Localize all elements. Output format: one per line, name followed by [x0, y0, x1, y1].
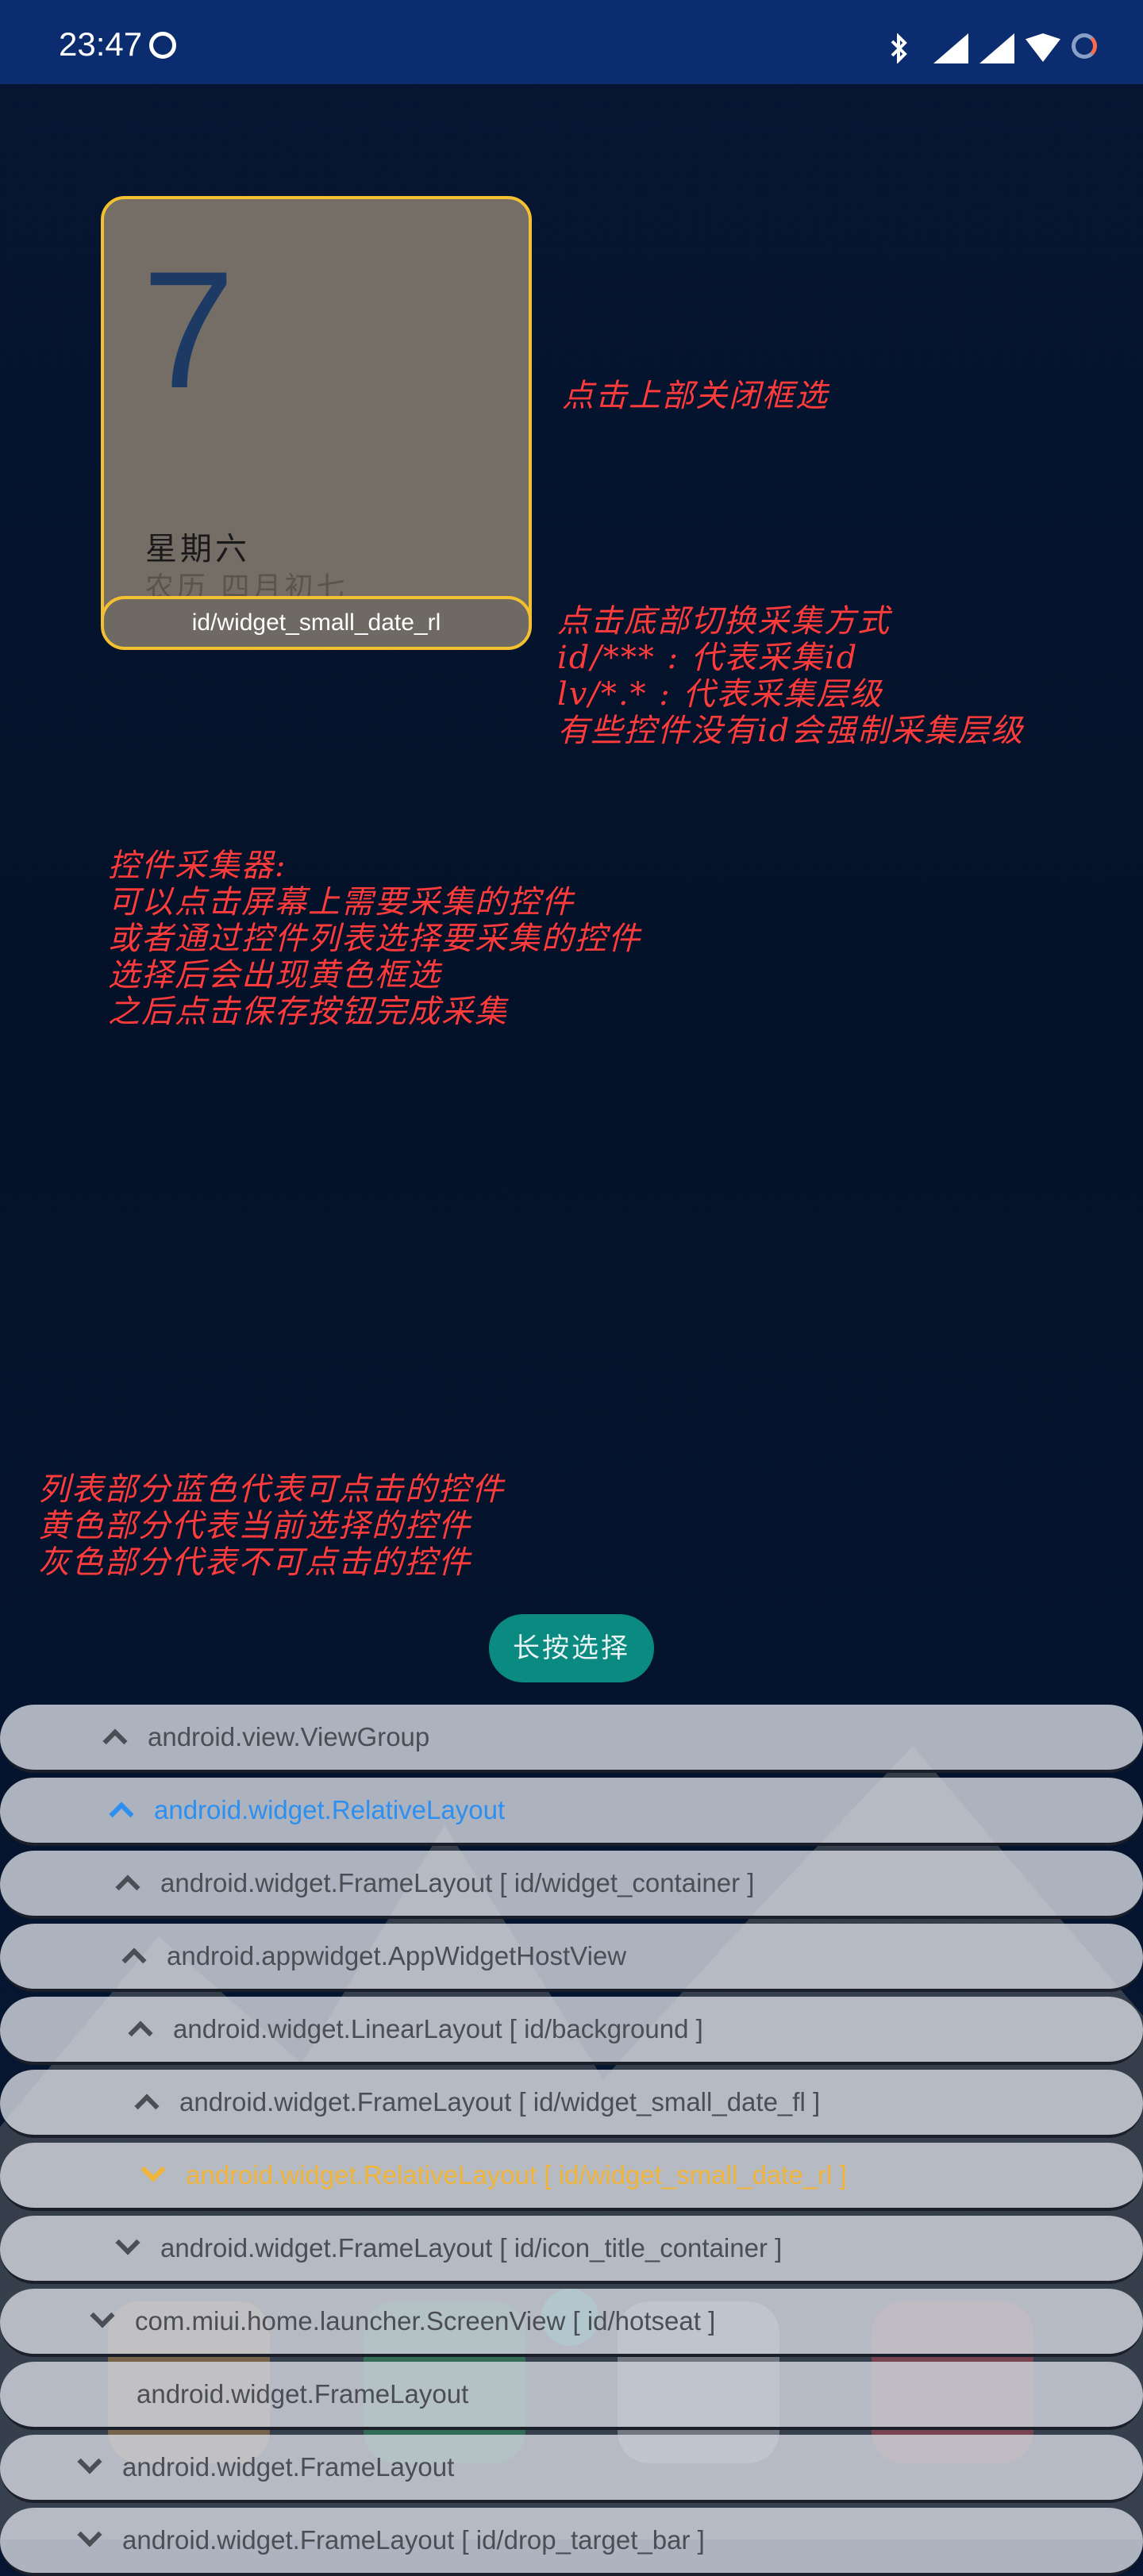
signal-icon-1 — [933, 33, 968, 63]
chevron-up-icon[interactable] — [103, 1726, 125, 1748]
tree-row[interactable]: android.widget.LinearLayout [ id/backgro… — [0, 1997, 1143, 2065]
widget-day: 7 — [142, 236, 235, 423]
tree-row[interactable]: android.widget.RelativeLayout [ id/widge… — [0, 2143, 1143, 2211]
status-bar: 23:47 — [0, 0, 1143, 84]
chevron-down-icon[interactable] — [141, 2164, 164, 2186]
tree-row[interactable]: android.widget.FrameLayout [ id/drop_tar… — [0, 2508, 1143, 2576]
bluetooth-icon — [887, 33, 919, 64]
tree-row-label: android.widget.LinearLayout [ id/backgro… — [173, 2014, 703, 2043]
tree-row[interactable]: android.widget.FrameLayout [ id/widget_c… — [0, 1851, 1143, 1919]
tree-row[interactable]: android.widget.FrameLayout — [0, 2435, 1143, 2503]
note-color-legend: 列表部分蓝色代表可点击的控件 黄色部分代表当前选择的控件 灰色部分代表不可点击的… — [38, 1471, 505, 1581]
tree-row[interactable]: android.view.ViewGroup — [0, 1705, 1143, 1773]
tree-row-label: android.widget.FrameLayout [ id/drop_tar… — [122, 2525, 705, 2555]
status-icons — [887, 32, 1103, 64]
tree-row-label: android.view.ViewGroup — [148, 1722, 430, 1751]
tree-row[interactable]: android.widget.FrameLayout [ id/icon_tit… — [0, 2216, 1143, 2284]
tree-row-label: com.miui.home.launcher.ScreenView [ id/h… — [135, 2306, 716, 2336]
signal-icon-2 — [979, 33, 1014, 63]
chevron-down-icon[interactable] — [78, 2529, 100, 2551]
tree-row[interactable]: android.widget.FrameLayout — [0, 2362, 1143, 2430]
wifi-icon — [1026, 33, 1060, 62]
chevron-up-icon[interactable] — [129, 2018, 151, 2040]
long-press-select-button[interactable]: 长按选择 — [489, 1614, 654, 1682]
widget-id-label[interactable]: id/widget_small_date_rl — [101, 596, 532, 650]
chevron-down-icon[interactable] — [116, 2237, 138, 2259]
date-widget-selected[interactable]: 7 星期六 农历 四月初七 id/widget_small_date_rl — [101, 196, 532, 650]
chevron-up-icon[interactable] — [135, 2091, 157, 2113]
chevron-down-icon[interactable] — [90, 2310, 113, 2332]
note-capture-mode: 点击底部切换采集方式 id/*** : 代表采集id lv/*.* : 代表采集… — [557, 603, 1025, 749]
chevron-up-icon[interactable] — [122, 1945, 144, 1967]
tree-row-label: android.widget.FrameLayout [ id/widget_s… — [179, 2087, 821, 2117]
tree-row-label: android.widget.FrameLayout [ id/widget_c… — [160, 1868, 755, 1897]
chevron-up-icon[interactable] — [116, 1872, 138, 1894]
tree-row-label: android.appwidget.AppWidgetHostView — [167, 1941, 627, 1970]
tree-row-label: android.widget.FrameLayout — [137, 2379, 469, 2409]
tree-row-label: android.widget.FrameLayout — [122, 2452, 455, 2482]
chevron-up-icon[interactable] — [110, 1799, 132, 1821]
tree-row[interactable]: com.miui.home.launcher.ScreenView [ id/h… — [0, 2289, 1143, 2357]
tree-row-label: android.widget.FrameLayout [ id/icon_tit… — [160, 2233, 783, 2263]
widget-weekday: 星期六 — [145, 531, 250, 567]
tree-row[interactable]: android.widget.RelativeLayout — [0, 1778, 1143, 1846]
alarm-icon — [149, 32, 176, 59]
note-picker-instructions: 控件采集器: 可以点击屏幕上需要采集的控件 或者通过控件列表选择要采集的控件 选… — [108, 848, 641, 1030]
note-close-selection: 点击上部关闭框选 — [562, 378, 829, 414]
tree-row-label: android.widget.RelativeLayout — [154, 1795, 506, 1824]
tree-row[interactable]: android.widget.FrameLayout [ id/widget_s… — [0, 2070, 1143, 2138]
status-time: 23:47 — [59, 25, 143, 63]
battery-ring-icon — [1072, 33, 1103, 62]
chevron-down-icon[interactable] — [78, 2456, 100, 2478]
tree-row-label: android.widget.RelativeLayout [ id/widge… — [186, 2160, 847, 2190]
tree-row[interactable]: android.appwidget.AppWidgetHostView — [0, 1924, 1143, 1992]
